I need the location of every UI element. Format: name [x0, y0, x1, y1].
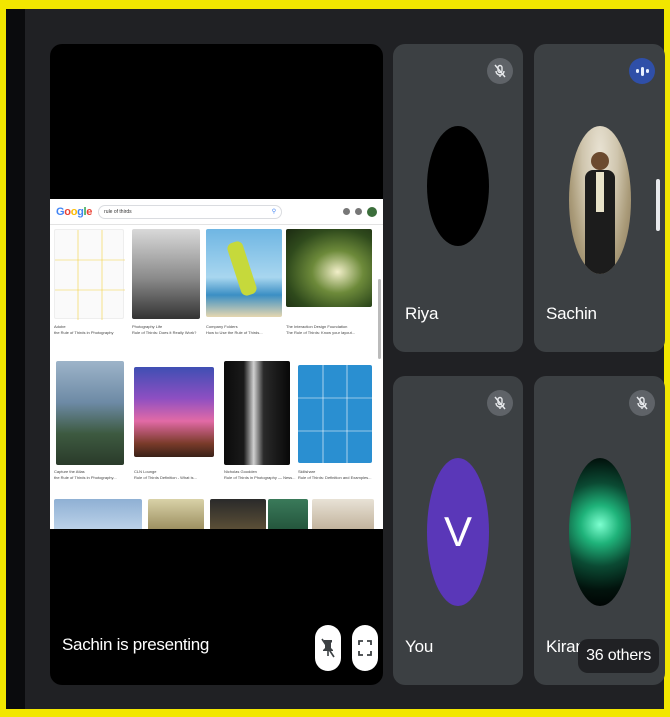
google-logo: Google: [56, 205, 93, 218]
result-thumb: [298, 365, 372, 463]
result-thumb: [286, 229, 372, 307]
result-thumb: [206, 229, 282, 317]
result-thumb: [54, 499, 142, 529]
speaking-indicator: [629, 58, 655, 84]
mic-off-icon: [636, 396, 648, 410]
avatar: [568, 126, 631, 274]
result-caption: Adobe the Rule of Thirds in Photography: [54, 324, 114, 335]
meeting-window: Google rule of thirds ⚲ Adobe the Rule o…: [6, 9, 665, 709]
result-thumb: [56, 361, 124, 465]
result-thumb: [312, 499, 374, 529]
fullscreen-icon: [358, 640, 372, 656]
participant-name: Sachin: [546, 304, 597, 323]
result-row: Capture the Atlas the Rule of Thirds in P…: [54, 361, 376, 493]
google-header-icons: [343, 206, 377, 217]
avatar: V: [427, 458, 489, 606]
mic-off-indicator: [487, 58, 513, 84]
participant-tile-you[interactable]: V You: [393, 376, 523, 685]
thirds-grid-graphic: [298, 365, 372, 463]
audio-level-bar: [635, 69, 639, 73]
result-caption: CLN Lounge Rule of Thirds Definition - Wh…: [134, 469, 197, 480]
participant-name: Riya: [405, 304, 439, 323]
result-thumb: [132, 229, 200, 319]
fullscreen-button[interactable]: [352, 625, 378, 671]
avatar: [427, 126, 489, 246]
image-results: Adobe the Rule of Thirds in Photography P…: [54, 229, 376, 529]
result-thumb: [54, 229, 125, 320]
presenting-label: Sachin is presenting: [62, 635, 210, 654]
unpin-button[interactable]: [315, 625, 341, 671]
others-count-chip[interactable]: 36 others: [578, 639, 659, 673]
result-caption: The Interaction Design Foundation The Rul…: [286, 324, 356, 335]
result-thumb: [134, 367, 214, 457]
audio-level-bar: [645, 69, 649, 73]
person-shirt: [595, 172, 604, 212]
mic-off-icon: [494, 396, 506, 410]
thirds-grid-graphic: [55, 230, 125, 320]
search-query: rule of thirds: [104, 208, 132, 215]
avatar: [568, 458, 631, 606]
search-icon: ⚲: [271, 209, 277, 215]
presentation-tile[interactable]: Google rule of thirds ⚲ Adobe the Rule o…: [50, 44, 383, 685]
mic-off-indicator: [629, 390, 655, 416]
result-thumb: [148, 499, 204, 529]
participant-tile-kiran[interactable]: Kiran 36 others: [534, 376, 665, 685]
person-figure: [590, 152, 609, 170]
result-thumb: [224, 361, 290, 465]
result-caption: Company Folders How to Use the Rule of Th…: [206, 324, 263, 335]
result-caption: Capture the Atlas the Rule of Thirds in P…: [54, 469, 117, 480]
google-header: Google rule of thirds ⚲: [50, 199, 383, 225]
apps-icon: [355, 208, 362, 215]
audio-level-bar: [640, 66, 644, 76]
meeting-stage: Google rule of thirds ⚲ Adobe the Rule o…: [25, 9, 665, 709]
result-row: Adobe the Rule of Thirds in Photography P…: [54, 229, 376, 361]
pin-off-icon: [321, 638, 335, 658]
settings-icon: [343, 208, 350, 215]
dancer-figure: [225, 239, 259, 298]
shared-screen: Google rule of thirds ⚲ Adobe the Rule o…: [50, 199, 383, 529]
result-thumb: [210, 499, 266, 529]
account-avatar: [367, 206, 377, 217]
result-caption: Skillshare Rule of Thirds: Definition and…: [298, 469, 372, 480]
mic-off-indicator: [487, 390, 513, 416]
participant-tile-riya[interactable]: Riya: [393, 44, 523, 352]
mic-off-icon: [494, 64, 506, 78]
participant-tile-sachin[interactable]: Sachin: [534, 44, 665, 352]
result-row: [54, 493, 376, 529]
result-caption: Nicholas Goodden Rule of Thirds in Photog…: [224, 469, 296, 480]
result-thumb: [268, 499, 308, 529]
participant-scrollbar[interactable]: [656, 179, 660, 231]
google-search-box: rule of thirds ⚲: [98, 204, 283, 219]
result-caption: Photography Life Rule of Thirds: Does it …: [132, 324, 197, 335]
participant-name: You: [405, 637, 434, 656]
shared-scrollbar: [378, 279, 381, 359]
